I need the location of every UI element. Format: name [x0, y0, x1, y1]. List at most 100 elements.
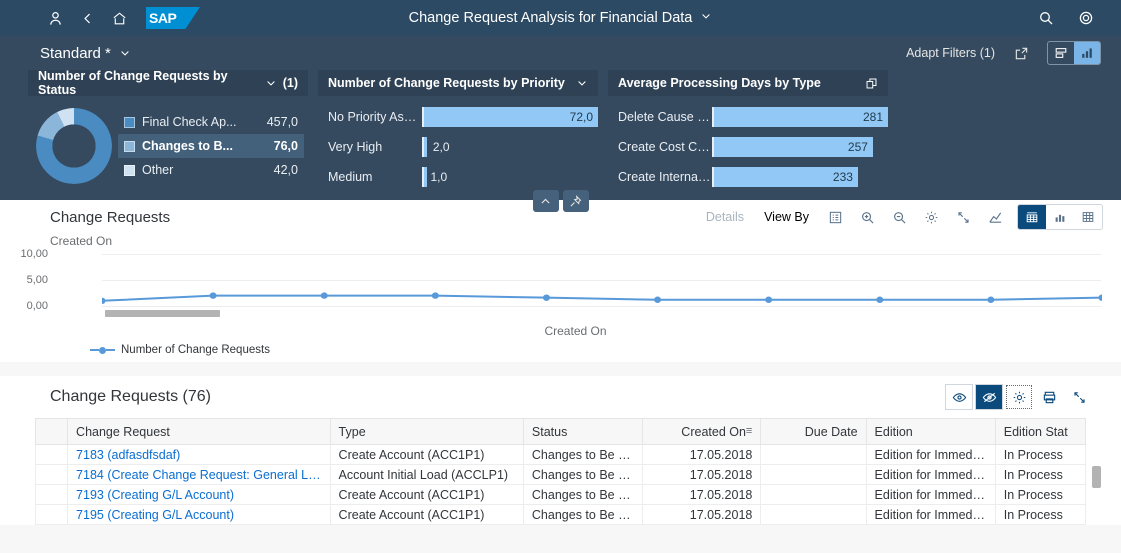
chart-area: Created On 0,00 5,00 10,00 Created On Numb…: [0, 234, 1121, 356]
chart-table-icon[interactable]: [1018, 205, 1046, 229]
donut-chart[interactable]: [36, 108, 112, 184]
view-chart-icon[interactable]: [1074, 42, 1100, 64]
variant-selector[interactable]: Standard *: [40, 45, 131, 62]
view-filter-icon[interactable]: [1048, 42, 1074, 64]
share-icon[interactable]: [1007, 40, 1035, 66]
kpi-bar-row[interactable]: No Priority Assig... 72,0: [318, 102, 598, 132]
chart-data-point[interactable]: [542, 294, 550, 301]
kpi-bar-row[interactable]: Create Internal ... 233: [608, 162, 888, 192]
table-cell-status: Changes to Be Exec...: [522, 504, 644, 525]
table-vertical-scrollbar[interactable]: [1092, 466, 1101, 488]
row-select-cell[interactable]: [34, 464, 69, 485]
pin-icon[interactable]: [562, 190, 589, 212]
user-icon[interactable]: [40, 3, 70, 33]
chart-data-point[interactable]: [102, 297, 106, 304]
chevron-down-icon[interactable]: [576, 77, 588, 89]
chart-legend[interactable]: Number of Change Requests: [50, 344, 1101, 356]
table-column-header[interactable]: Type: [329, 418, 524, 445]
settings-icon[interactable]: [917, 204, 945, 230]
kpi-bar-row[interactable]: Medium 1,0: [318, 162, 598, 192]
kpi-bar-row[interactable]: Very High 2,0: [318, 132, 598, 162]
table-column-header[interactable]: Status: [522, 418, 644, 445]
details-button[interactable]: Details: [698, 210, 752, 224]
chart-x-axis-title: Created On: [544, 324, 607, 338]
table-column-header[interactable]: Edition: [865, 418, 996, 445]
chevron-down-icon[interactable]: [265, 77, 277, 89]
kpi-card-processing-days[interactable]: Average Processing Days by Type Delete C…: [608, 70, 888, 190]
kpi-card-status[interactable]: Number of Change Requests by Status (1) …: [28, 69, 308, 190]
change-request-link[interactable]: 7193 (Creating G/L Account): [67, 484, 331, 505]
table-column-label: Edition Stat: [1003, 424, 1068, 439]
table-body: 7183 (adfasdfsdaf) Create Account (ACC1P1…: [34, 444, 1087, 525]
table-row[interactable]: 7183 (adfasdfsdaf) Create Account (ACC1P1…: [34, 444, 1087, 465]
chart-data-point[interactable]: [654, 296, 662, 303]
sap-logo[interactable]: SAP: [146, 7, 200, 29]
chart-data-point[interactable]: [320, 292, 328, 299]
chart-horizontal-scrollbar[interactable]: [105, 310, 220, 317]
table-select-column-header[interactable]: [34, 418, 69, 445]
chart-plot[interactable]: 0,00 5,00 10,00: [20, 248, 1102, 317]
change-request-link[interactable]: 7195 (Creating G/L Account): [67, 504, 331, 525]
table-section: Change Requests (76) Change Request Type…: [0, 376, 1121, 525]
kpi-bar-fill: 281: [712, 107, 888, 127]
chart-data-point[interactable]: [987, 296, 995, 303]
fullscreen-icon[interactable]: [949, 204, 977, 230]
donut-legend-item[interactable]: Changes to B... 76,0: [118, 134, 304, 158]
chart-data-point[interactable]: [876, 296, 884, 303]
kpi-card-priority[interactable]: Number of Change Requests by Priority No…: [318, 70, 598, 190]
table-cell-created-on: 17.05.2018: [642, 484, 762, 505]
open-in-new-icon[interactable]: [865, 77, 878, 90]
chart-data-point[interactable]: [431, 292, 439, 299]
zoom-out-icon[interactable]: [885, 204, 913, 230]
home-icon[interactable]: [104, 3, 134, 33]
sort-icon[interactable]: ≡: [746, 425, 752, 437]
export-icon[interactable]: [1035, 384, 1063, 410]
donut-legend-item[interactable]: Other 42,0: [118, 158, 304, 182]
page-title[interactable]: Change Request Analysis for Financial Da…: [409, 10, 693, 26]
table-cell-status: Changes to Be Exec...: [522, 464, 644, 485]
settings-icon[interactable]: [1005, 384, 1033, 410]
table-column-header[interactable]: Created On ≡: [642, 418, 762, 445]
row-select-cell[interactable]: [34, 484, 69, 505]
table-column-header[interactable]: Due Date: [760, 418, 867, 445]
table-row[interactable]: 7184 (Create Change Request: General Led…: [34, 464, 1087, 485]
chart-data-point[interactable]: [209, 292, 217, 299]
chart-line-series[interactable]: [102, 254, 1102, 306]
search-icon[interactable]: [1031, 3, 1061, 33]
table-column-header[interactable]: Change Request: [67, 418, 331, 445]
zoom-in-icon[interactable]: [853, 204, 881, 230]
table-grid-icon[interactable]: [1074, 205, 1102, 229]
table-column-label: Due Date: [804, 424, 858, 439]
change-request-link[interactable]: 7183 (adfasdfsdaf): [67, 444, 331, 465]
chart-data-point[interactable]: [1098, 294, 1103, 301]
fullscreen-icon[interactable]: [1065, 384, 1093, 410]
kpi-bar-track: 281: [712, 107, 888, 127]
row-select-cell[interactable]: [34, 444, 69, 465]
hide-details-icon[interactable]: [975, 384, 1003, 410]
kpi-card-processing-days-header: Average Processing Days by Type: [608, 70, 888, 96]
drill-down-icon[interactable]: [981, 204, 1009, 230]
change-request-link[interactable]: 7184 (Create Change Request: General Led…: [67, 464, 331, 485]
table-row[interactable]: 7193 (Creating G/L Account) Create Accoun…: [34, 484, 1087, 505]
kpi-bar-label: Delete Cause fo...: [618, 110, 712, 124]
chevron-up-icon[interactable]: [532, 190, 559, 212]
back-chevron-icon[interactable]: [72, 3, 102, 33]
kpi-card-processing-days-header-actions: [865, 77, 878, 90]
kpi-bar-row[interactable]: Delete Cause fo... 281: [608, 102, 888, 132]
row-select-cell[interactable]: [34, 504, 69, 525]
chart-data-point[interactable]: [765, 296, 773, 303]
chevron-down-icon[interactable]: [700, 9, 712, 27]
table-cell-due-date: [760, 484, 867, 505]
table-row[interactable]: 7195 (Creating G/L Account) Create Accoun…: [34, 504, 1087, 525]
chart-bar-icon[interactable]: [1046, 205, 1074, 229]
show-details-icon[interactable]: [945, 384, 973, 410]
adapt-filters-button[interactable]: Adapt Filters (1): [906, 46, 995, 60]
table-cell-status: Changes to Be Exec...: [522, 444, 644, 465]
donut-legend-item[interactable]: Final Check Ap... 457,0: [118, 110, 304, 134]
view-by-button[interactable]: View By: [756, 210, 817, 224]
kpi-card-priority-header: Number of Change Requests by Priority: [318, 70, 598, 96]
legend-icon[interactable]: [821, 204, 849, 230]
notifications-icon[interactable]: [1071, 3, 1101, 33]
kpi-bar-row[interactable]: Create Cost Cen... 257: [608, 132, 888, 162]
table-column-header[interactable]: Edition Stat: [994, 418, 1087, 445]
